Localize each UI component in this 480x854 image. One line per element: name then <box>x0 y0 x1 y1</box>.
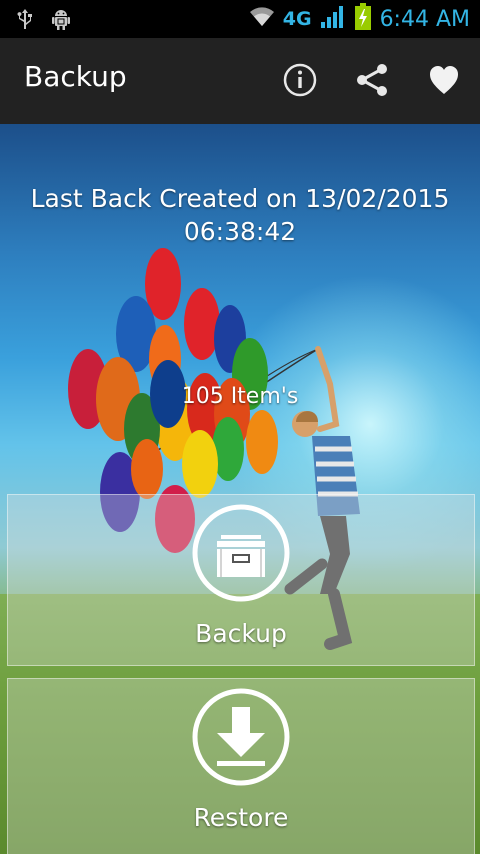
heart-icon[interactable] <box>424 60 464 100</box>
last-backup-info: Last Back Created on 13/02/2015 06:38:42 <box>0 182 480 248</box>
signal-icon <box>320 5 346 33</box>
usb-icon <box>16 8 34 34</box>
page-title: Backup <box>24 60 127 93</box>
battery-charging-icon <box>354 3 372 35</box>
info-icon[interactable] <box>280 60 320 100</box>
items-count: 105 Item's <box>181 384 299 409</box>
last-backup-time: 06:38:42 <box>183 217 297 246</box>
last-backup-date: Last Back Created on 13/02/2015 <box>30 184 450 213</box>
backup-label: Backup <box>195 619 287 648</box>
archive-box-icon <box>191 503 291 603</box>
status-bar: 4G 6:44 AM <box>0 0 480 38</box>
main-content: Last Back Created on 13/02/2015 06:38:42… <box>0 124 480 854</box>
network-type: 4G <box>282 8 312 30</box>
clock: 6:44 AM <box>379 6 470 32</box>
wifi-icon <box>249 6 275 32</box>
backup-button[interactable]: Backup <box>7 494 475 666</box>
restore-label: Restore <box>193 803 289 832</box>
download-arrow-icon <box>191 687 291 787</box>
android-debug-icon <box>50 8 72 34</box>
action-bar: Backup <box>0 38 480 126</box>
share-icon[interactable] <box>352 60 392 100</box>
restore-button[interactable]: Restore <box>7 678 475 854</box>
